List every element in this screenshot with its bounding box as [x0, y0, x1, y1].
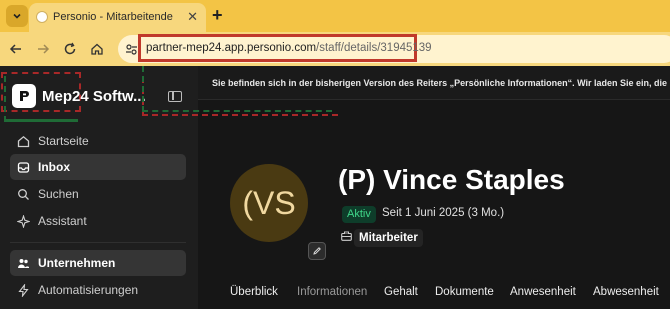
chevron-down-icon — [13, 13, 21, 19]
tab-abwesenheit[interactable]: Abwesenheit — [593, 286, 659, 298]
info-banner: Sie befinden sich in der bisherigen Vers… — [142, 66, 670, 116]
tab-dokumente[interactable]: Dokumente — [435, 286, 494, 298]
close-icon[interactable]: ✕ — [187, 9, 198, 25]
sidebar-item-label: Suchen — [38, 187, 79, 201]
url-host: partner-mep24.app.personio.com — [146, 42, 317, 54]
sidebar-item-label: Inbox — [38, 160, 70, 174]
personio-logo-icon — [12, 84, 36, 108]
tab-informationen[interactable]: Informationen — [297, 286, 367, 298]
avatar-initials: (VS — [242, 184, 296, 221]
sidebar-item-automatisierungen[interactable]: Automatisierungen — [10, 277, 186, 303]
address-bar[interactable]: partner-mep24.app.personio.com/staff/det… — [118, 34, 670, 63]
pencil-icon — [313, 247, 321, 255]
assistant-icon — [16, 214, 30, 228]
status-badge: Aktiv — [342, 206, 376, 223]
employee-name: (P) Vince Staples — [338, 164, 565, 195]
home-icon[interactable] — [88, 40, 106, 58]
company-name: Mep24 Softw... — [42, 88, 146, 105]
annotation-box-green — [142, 66, 332, 112]
tab-title: Personio - Mitarbeitende — [53, 11, 173, 23]
sidebar-divider — [10, 242, 186, 243]
search-icon — [16, 187, 30, 201]
sidebar-item-label: Assistant — [38, 214, 87, 228]
browser-tab-strip: Personio - Mitarbeitende ✕ + — [0, 0, 670, 32]
employment-since: Seit 1 Juni 2025 (3 Mo.) — [382, 207, 505, 219]
reload-icon[interactable] — [61, 40, 79, 58]
url-text: partner-mep24.app.personio.com/staff/det… — [146, 42, 432, 54]
main-content: Sie befinden sich in der bisherigen Vers… — [142, 66, 670, 309]
tab-anwesenheit[interactable]: Anwesenheit — [510, 286, 576, 298]
role-badge: Mitarbeiter — [354, 229, 423, 247]
edit-avatar-button[interactable] — [308, 242, 326, 260]
people-icon — [16, 256, 30, 270]
favicon-icon — [36, 11, 48, 23]
sidebar-item-unternehmen[interactable]: Unternehmen — [10, 250, 186, 276]
sidebar-item-suchen[interactable]: Suchen — [10, 181, 186, 207]
sidebar-item-assistant[interactable]: Assistant — [10, 208, 186, 234]
back-icon[interactable] — [7, 40, 25, 58]
sidebar-item-label: Automatisierungen — [38, 283, 139, 297]
tab-ueberblick[interactable]: Überblick — [230, 286, 278, 298]
briefcase-icon — [340, 231, 352, 241]
home-icon — [16, 134, 30, 148]
new-tab-button[interactable]: + — [212, 6, 223, 24]
browser-tab[interactable]: Personio - Mitarbeitende ✕ — [29, 3, 206, 32]
tab-search-button[interactable] — [6, 5, 28, 27]
sidebar-item-startseite[interactable]: Startseite — [10, 128, 186, 154]
url-path: /staff/details/31945139 — [316, 42, 432, 54]
forward-icon[interactable] — [34, 40, 52, 58]
sidebar-item-inbox[interactable]: Inbox — [10, 154, 186, 180]
sidebar-item-label: Startseite — [38, 134, 89, 148]
browser-toolbar: partner-mep24.app.personio.com/staff/det… — [0, 32, 670, 66]
automation-icon — [16, 283, 30, 297]
sidebar-item-label: Unternehmen — [38, 256, 116, 270]
avatar: (VS — [230, 164, 308, 242]
tab-gehalt[interactable]: Gehalt — [384, 286, 418, 298]
inbox-icon — [16, 160, 30, 174]
